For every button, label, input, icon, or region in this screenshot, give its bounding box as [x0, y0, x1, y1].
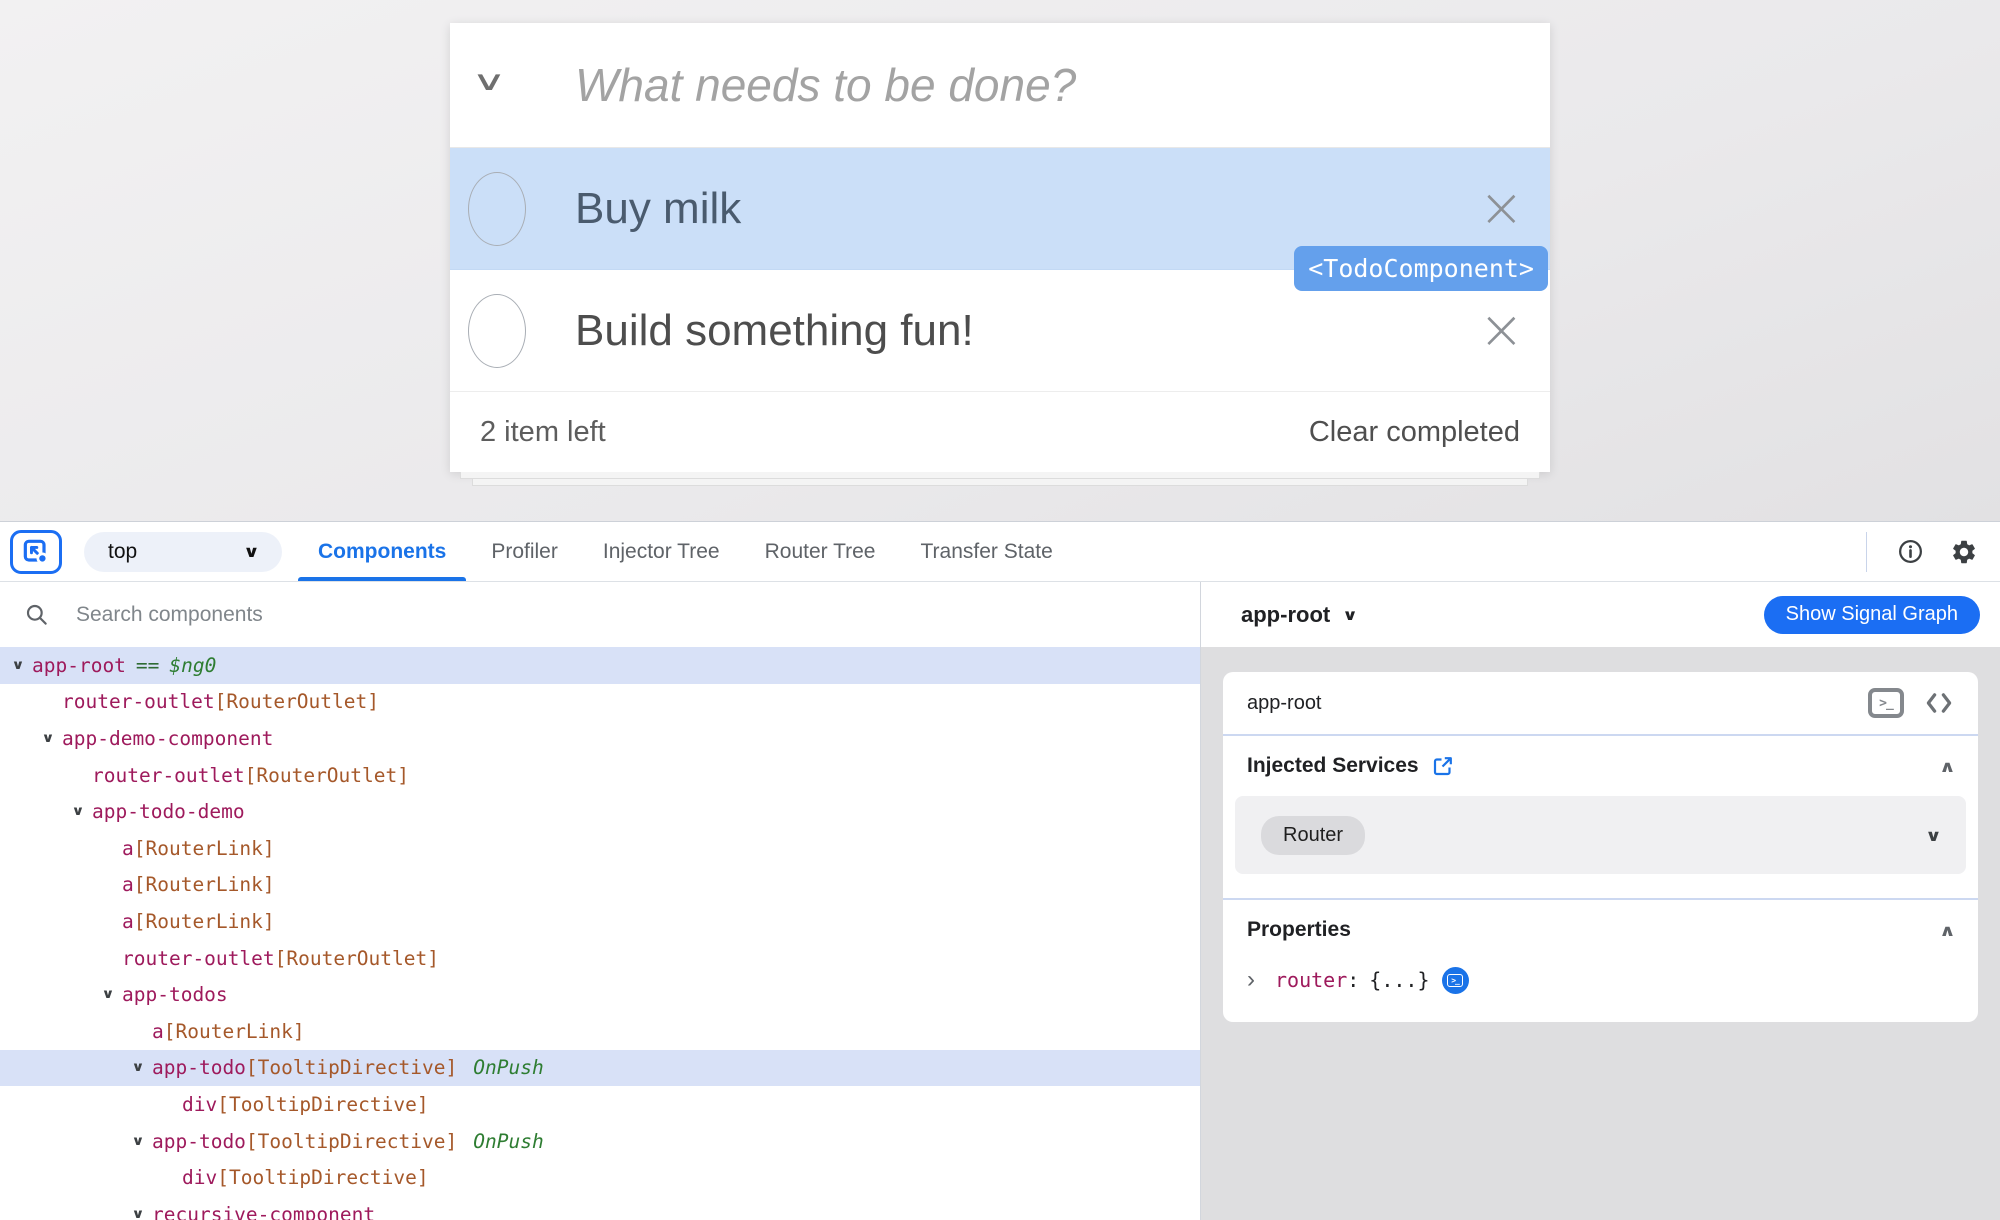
- todo-label: Build something fun!: [575, 306, 974, 356]
- tab-transfer-state[interactable]: Transfer State: [920, 522, 1052, 581]
- collapse-section-chevron-icon[interactable]: ∧: [1939, 921, 1956, 940]
- tree-row[interactable]: router-outlet[RouterOutlet]: [0, 940, 1200, 977]
- tree-row[interactable]: div[TooltipDirective]: [0, 1086, 1200, 1123]
- tree-row[interactable]: router-outlet[RouterOutlet]: [0, 684, 1200, 721]
- todo-footer: 2 item left Clear completed: [450, 392, 1550, 472]
- info-button[interactable]: [1897, 538, 1924, 565]
- tree-row[interactable]: ∨recursive-component: [0, 1196, 1200, 1220]
- details-content: app-root >_: [1201, 647, 2000, 1220]
- tree-row[interactable]: a[RouterLink]: [0, 903, 1200, 940]
- expander-chevron-icon[interactable]: ∨: [36, 731, 61, 746]
- properties-section-header: Properties ∧: [1223, 900, 1978, 954]
- properties-title: Properties: [1247, 918, 1351, 942]
- details-header: app-root ∨ Show Signal Graph: [1201, 582, 2000, 647]
- tab-profiler[interactable]: Profiler: [491, 522, 558, 581]
- code-icon[interactable]: [1924, 690, 1954, 716]
- devtools-topbar: top ∨ Components Profiler Injector Tree …: [0, 522, 2000, 582]
- tab-router-tree[interactable]: Router Tree: [765, 522, 876, 581]
- show-signal-graph-button[interactable]: Show Signal Graph: [1764, 596, 1980, 634]
- tab-injector-tree[interactable]: Injector Tree: [603, 522, 720, 581]
- tree-row[interactable]: ∨app-todo-demo: [0, 793, 1200, 830]
- component-details-panel: app-root ∨ Show Signal Graph app-root >_: [1200, 582, 2000, 1220]
- screen: ∨ Buy milk × <TodoComponent> Build somet…: [0, 0, 2000, 1220]
- chevron-down-icon: ∨: [1342, 606, 1358, 624]
- topbar-right-icons: [1866, 532, 1978, 572]
- todo-card: ∨ Buy milk × <TodoComponent> Build somet…: [450, 23, 1550, 472]
- search-row: [0, 582, 1200, 647]
- selected-component-name: app-root: [1241, 602, 1330, 628]
- toggle-all-chevron-icon[interactable]: ∨: [471, 66, 506, 98]
- injected-services-title: Injected Services: [1247, 754, 1419, 778]
- expander-chevron-icon[interactable]: ∨: [126, 1207, 151, 1220]
- gear-icon: [1950, 538, 1978, 566]
- todo-checkbox[interactable]: [468, 172, 526, 246]
- component-card: app-root >_: [1223, 672, 1978, 1022]
- expander-chevron-icon[interactable]: ∨: [126, 1060, 151, 1075]
- service-chip-router[interactable]: Router: [1261, 816, 1365, 855]
- devtools-body: ∨app-root==$ng0 router-outlet[RouterOutl…: [0, 582, 2000, 1220]
- angular-devtools-panel: top ∨ Components Profiler Injector Tree …: [0, 521, 2000, 1220]
- chevron-down-icon: ∨: [243, 542, 260, 561]
- tree-row[interactable]: ∨app-todo[TooltipDirective]OnPush: [0, 1123, 1200, 1160]
- todo-checkbox[interactable]: [468, 294, 526, 368]
- tree-row[interactable]: a[RouterLink]: [0, 830, 1200, 867]
- search-icon: [24, 602, 50, 628]
- todo-label: Buy milk: [575, 184, 741, 234]
- devtools-tabs: Components Profiler Injector Tree Router…: [318, 522, 1053, 581]
- card-stack-edge: [472, 479, 1528, 486]
- component-card-title: app-root: [1247, 692, 1322, 715]
- external-link-icon[interactable]: [1431, 754, 1455, 778]
- inspect-component-icon: [20, 536, 52, 568]
- inspect-component-button[interactable]: [10, 530, 62, 574]
- new-todo-input[interactable]: [575, 23, 1505, 147]
- tab-components[interactable]: Components: [318, 522, 446, 581]
- clear-completed-button[interactable]: Clear completed: [1309, 416, 1520, 449]
- component-inspect-badge: <TodoComponent>: [1294, 246, 1548, 291]
- vertical-divider: [1866, 532, 1867, 572]
- new-todo-row: ∨: [450, 23, 1550, 148]
- settings-button[interactable]: [1950, 538, 1978, 566]
- chevron-down-icon[interactable]: ∨: [1925, 826, 1942, 845]
- frame-selector-value: top: [108, 540, 137, 564]
- log-to-console-icon[interactable]: >_: [1442, 967, 1469, 994]
- search-components-input[interactable]: [76, 603, 1076, 627]
- console-icon[interactable]: >_: [1868, 688, 1904, 718]
- property-row[interactable]: › router:{...} >_: [1223, 954, 1978, 1022]
- injected-services-section-header: Injected Services ∧: [1223, 736, 1978, 790]
- injected-services-box: Router ∨: [1235, 796, 1966, 874]
- frame-selector-dropdown[interactable]: top ∨: [84, 532, 282, 572]
- component-tree-panel: ∨app-root==$ng0 router-outlet[RouterOutl…: [0, 582, 1200, 1220]
- collapse-section-chevron-icon[interactable]: ∧: [1939, 757, 1956, 776]
- expander-chevron-icon[interactable]: ∨: [96, 987, 121, 1002]
- expander-chevron-icon[interactable]: ∨: [126, 1134, 151, 1149]
- tree-row[interactable]: a[RouterLink]: [0, 1013, 1200, 1050]
- todo-app-stage: ∨ Buy milk × <TodoComponent> Build somet…: [0, 0, 2000, 521]
- component-tree: ∨app-root==$ng0 router-outlet[RouterOutl…: [0, 647, 1200, 1220]
- todo-item-row[interactable]: <TodoComponent> Build something fun! ×: [450, 270, 1550, 392]
- tree-row[interactable]: a[RouterLink]: [0, 867, 1200, 904]
- delete-todo-button[interactable]: ×: [1479, 302, 1524, 356]
- delete-todo-button[interactable]: ×: [1479, 180, 1524, 234]
- tree-row[interactable]: ∨app-todos: [0, 976, 1200, 1013]
- tree-row-app-root[interactable]: ∨app-root==$ng0: [0, 647, 1200, 684]
- expander-chevron-icon[interactable]: ∨: [6, 658, 31, 673]
- expand-caret-icon[interactable]: ›: [1247, 966, 1255, 994]
- info-icon: [1897, 538, 1924, 565]
- card-stack-edge: [460, 472, 1540, 479]
- tree-row[interactable]: ∨app-demo-component: [0, 720, 1200, 757]
- selected-component-dropdown[interactable]: app-root ∨: [1241, 602, 1356, 628]
- tree-row[interactable]: div[TooltipDirective]: [0, 1159, 1200, 1196]
- expander-chevron-icon[interactable]: ∨: [66, 804, 91, 819]
- tree-row-selected-app-todo[interactable]: ∨app-todo[TooltipDirective]OnPush: [0, 1050, 1200, 1087]
- tree-row[interactable]: router-outlet[RouterOutlet]: [0, 757, 1200, 794]
- component-card-header: app-root >_: [1223, 672, 1978, 734]
- items-left-count: 2 item left: [480, 416, 606, 449]
